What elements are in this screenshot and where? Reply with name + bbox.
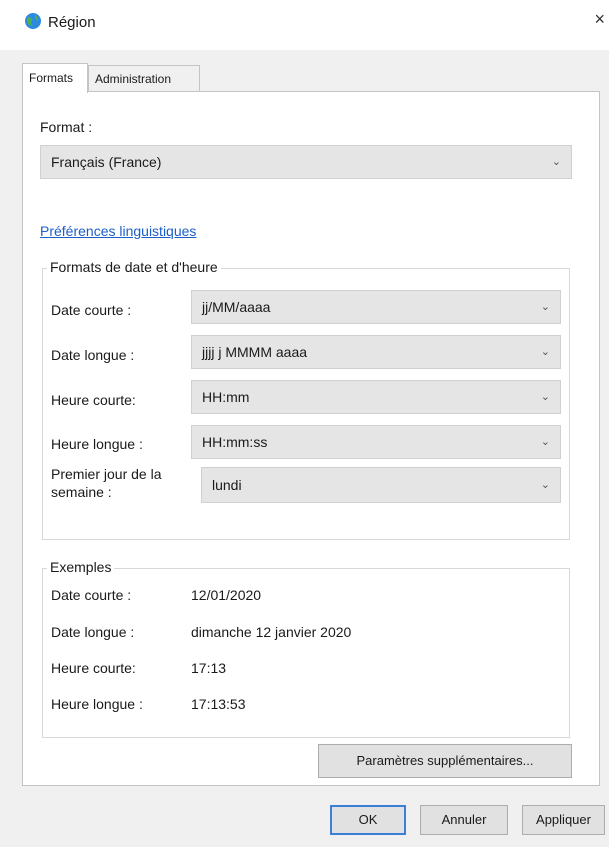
short-time-value: HH:mm bbox=[202, 389, 250, 405]
window-title: Région bbox=[48, 14, 96, 31]
long-date-label: Date longue : bbox=[51, 347, 135, 363]
long-date-select[interactable]: jjjj j MMMM aaaa ⌄ bbox=[191, 335, 561, 369]
globe-icon bbox=[24, 12, 42, 30]
date-time-formats-title: Formats de date et d'heure bbox=[47, 259, 221, 275]
first-day-label: Premier jour de la semaine : bbox=[51, 466, 162, 500]
long-date-value: jjjj j MMMM aaaa bbox=[202, 344, 308, 360]
first-day-select[interactable]: lundi ⌄ bbox=[201, 467, 561, 503]
example-long-time-label: Heure longue : bbox=[51, 696, 143, 712]
close-button[interactable]: × bbox=[583, 0, 609, 40]
short-time-label: Heure courte: bbox=[51, 392, 136, 408]
example-long-date-label: Date longue : bbox=[51, 624, 135, 640]
short-date-label: Date courte : bbox=[51, 302, 132, 318]
additional-settings-button[interactable]: Paramètres supplémentaires... bbox=[318, 744, 572, 778]
chevron-down-icon: ⌄ bbox=[540, 346, 550, 358]
cancel-button[interactable]: Annuler bbox=[420, 805, 508, 835]
apply-button[interactable]: Appliquer bbox=[522, 805, 605, 835]
date-time-formats-group: Formats de date et d'heure Date courte :… bbox=[42, 259, 570, 540]
chevron-down-icon: ⌄ bbox=[540, 301, 550, 313]
format-label: Format : bbox=[40, 119, 93, 135]
long-time-select[interactable]: HH:mm:ss ⌄ bbox=[191, 425, 561, 459]
example-long-date-value: dimanche 12 janvier 2020 bbox=[191, 624, 352, 640]
tab-administration[interactable]: Administration bbox=[88, 65, 200, 91]
chevron-down-icon: ⌄ bbox=[540, 391, 550, 403]
example-short-date-value: 12/01/2020 bbox=[191, 587, 262, 603]
long-time-value: HH:mm:ss bbox=[202, 434, 268, 450]
format-select-value: Français (France) bbox=[51, 154, 162, 170]
short-date-select[interactable]: jj/MM/aaaa ⌄ bbox=[191, 290, 561, 324]
example-long-time-value: 17:13:53 bbox=[191, 696, 246, 712]
chevron-down-icon: ⌄ bbox=[540, 436, 550, 448]
first-day-value: lundi bbox=[212, 477, 242, 493]
examples-title: Exemples bbox=[47, 559, 115, 575]
short-date-value: jj/MM/aaaa bbox=[202, 299, 271, 315]
chevron-down-icon: ⌄ bbox=[540, 479, 550, 491]
short-time-select[interactable]: HH:mm ⌄ bbox=[191, 380, 561, 414]
formats-panel: Format : Français (France) ⌄ Préférences… bbox=[22, 91, 600, 786]
format-select[interactable]: Français (France) ⌄ bbox=[40, 145, 572, 179]
chevron-down-icon: ⌄ bbox=[551, 156, 561, 168]
language-preferences-link[interactable]: Préférences linguistiques bbox=[40, 223, 196, 239]
long-time-label: Heure longue : bbox=[51, 436, 143, 452]
examples-group: Exemples Date courte : 12/01/2020 Date l… bbox=[42, 559, 570, 738]
title-bar: Région × bbox=[0, 0, 609, 50]
example-short-time-value: 17:13 bbox=[191, 660, 227, 676]
ok-button[interactable]: OK bbox=[330, 805, 406, 835]
tab-formats[interactable]: Formats bbox=[22, 63, 88, 93]
example-short-date-label: Date courte : bbox=[51, 587, 132, 603]
example-short-time-label: Heure courte: bbox=[51, 660, 136, 676]
